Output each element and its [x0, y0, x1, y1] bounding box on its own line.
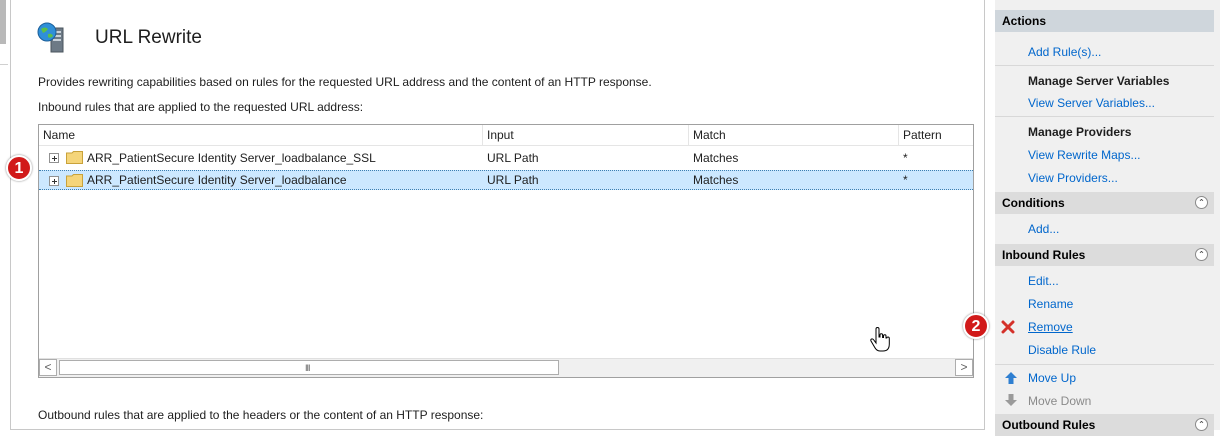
callout-badge-2: 2 — [963, 313, 989, 339]
callout-badge-1: 1 — [6, 155, 32, 181]
edit-rule-link[interactable]: Edit... — [1028, 274, 1059, 288]
add-rules-link[interactable]: Add Rule(s)... — [1028, 45, 1101, 59]
grid-header: Name Input Match Pattern — [39, 125, 973, 146]
column-header-input[interactable]: Input — [483, 125, 689, 145]
rule-pattern: * — [903, 151, 908, 165]
inbound-rules-caption: Inbound rules that are applied to the re… — [38, 100, 364, 114]
rule-name: ARR_PatientSecure Identity Server_loadba… — [87, 173, 347, 187]
page-title: URL Rewrite — [95, 27, 202, 48]
view-server-variables-link[interactable]: View Server Variables... — [1028, 96, 1155, 110]
manage-providers-heading: Manage Providers — [1028, 125, 1132, 139]
horizontal-scrollbar[interactable]: < III > — [39, 358, 973, 377]
column-header-pattern[interactable]: Pattern — [899, 125, 973, 145]
outbound-rules-caption: Outbound rules that are applied to the h… — [38, 408, 484, 422]
rule-input: URL Path — [487, 151, 539, 165]
manage-server-variables-heading: Manage Server Variables — [1028, 74, 1170, 88]
actions-header: Actions — [995, 10, 1214, 32]
view-providers-link[interactable]: View Providers... — [1028, 171, 1118, 185]
page-description: Provides rewriting capabilities based on… — [38, 75, 652, 89]
view-rewrite-maps-link[interactable]: View Rewrite Maps... — [1028, 148, 1140, 162]
arrow-down-icon — [1005, 394, 1017, 406]
rule-match: Matches — [693, 151, 739, 165]
scroll-thumb[interactable]: III — [59, 360, 559, 375]
outbound-rules-header[interactable]: Outbound Rules ⌃ — [995, 414, 1214, 436]
column-header-match[interactable]: Match — [689, 125, 899, 145]
disable-rule-link[interactable]: Disable Rule — [1028, 343, 1096, 357]
arrow-up-icon — [1005, 372, 1017, 384]
move-down-link[interactable]: Move Down — [1028, 394, 1091, 408]
left-panel-divider — [0, 64, 8, 65]
rule-pattern: * — [903, 173, 908, 187]
scroll-grip-icon: III — [305, 363, 310, 373]
url-rewrite-panel: URL Rewrite Provides rewriting capabilit… — [10, 0, 985, 430]
rename-rule-link[interactable]: Rename — [1028, 297, 1073, 311]
table-row-selected[interactable]: ARR_PatientSecure Identity Server_loadba… — [39, 170, 973, 190]
conditions-header[interactable]: Conditions ⌃ — [995, 192, 1214, 214]
divider — [995, 364, 1214, 365]
hand-cursor-icon — [870, 327, 890, 352]
remove-rule-link[interactable]: Remove — [1028, 320, 1073, 334]
folder-icon — [66, 151, 83, 164]
scroll-right-button[interactable]: > — [955, 359, 973, 376]
rule-match: Matches — [693, 173, 739, 187]
collapse-chevron-icon[interactable]: ⌃ — [1195, 196, 1208, 209]
url-rewrite-globe-icon — [37, 22, 64, 53]
inbound-rules-header[interactable]: Inbound Rules ⌃ — [995, 244, 1214, 266]
collapse-chevron-icon[interactable]: ⌃ — [1195, 248, 1208, 261]
inbound-rules-grid[interactable]: Name Input Match Pattern ARR_PatientSecu… — [38, 124, 974, 378]
rule-name: ARR_PatientSecure Identity Server_loadba… — [87, 151, 376, 165]
rule-input: URL Path — [487, 173, 539, 187]
divider — [995, 65, 1214, 66]
collapse-chevron-icon[interactable]: ⌃ — [1195, 418, 1208, 431]
move-up-link[interactable]: Move Up — [1028, 371, 1076, 385]
conditions-add-link[interactable]: Add... — [1028, 222, 1059, 236]
left-panel-strip — [0, 0, 6, 44]
expand-icon[interactable] — [49, 153, 59, 163]
divider — [995, 116, 1214, 117]
inbound-rules-header-label: Inbound Rules — [1002, 248, 1086, 262]
folder-icon — [66, 174, 83, 187]
expand-icon[interactable] — [49, 176, 59, 186]
conditions-header-label: Conditions — [1002, 196, 1065, 210]
column-header-name[interactable]: Name — [39, 125, 483, 145]
table-row[interactable]: ARR_PatientSecure Identity Server_loadba… — [39, 148, 973, 168]
remove-x-icon — [1001, 320, 1015, 334]
actions-pane: Actions Add Rule(s)... Manage Server Var… — [995, 0, 1220, 436]
scroll-left-button[interactable]: < — [39, 359, 57, 376]
